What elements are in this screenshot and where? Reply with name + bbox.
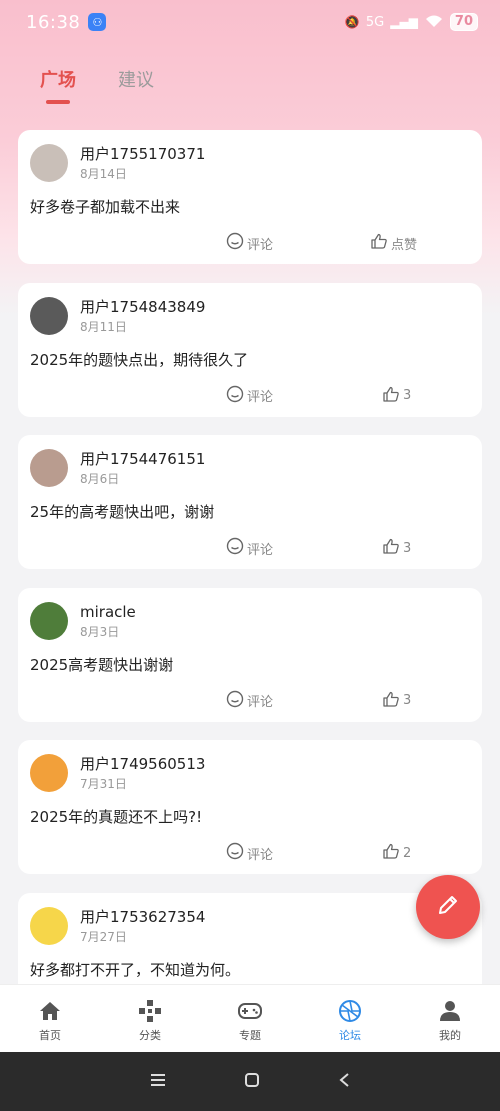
thumbs-up-icon: [370, 232, 388, 254]
post-username[interactable]: 用户1754476151: [80, 449, 205, 469]
post-card[interactable]: 用户1754843849 8月11日 2025年的题快点出，期待很久了 评论 3: [18, 282, 482, 417]
nav-profile[interactable]: 我的: [400, 985, 500, 1052]
app-notification-icon: ⚇: [88, 13, 107, 31]
post-card[interactable]: 用户1749560513 7月31日 2025年的真题还不上吗?! 评论 2: [18, 740, 482, 874]
comment-label: 评论: [247, 542, 274, 558]
comment-button[interactable]: 评论: [226, 537, 273, 559]
category-icon: [138, 999, 162, 1023]
nav-home[interactable]: 首页: [0, 985, 100, 1052]
post-date: 8月6日: [80, 472, 120, 486]
user-avatar[interactable]: [30, 296, 68, 335]
post-content: 2025年的题快点出，期待很久了: [30, 350, 249, 369]
like-count: 2: [403, 845, 412, 861]
comment-label: 评论: [247, 695, 274, 710]
nav-profile-label: 我的: [439, 1029, 461, 1042]
signal-icon: ▂▄▆: [390, 15, 418, 29]
like-button[interactable]: 3: [382, 690, 411, 712]
thumbs-up-icon: [382, 385, 400, 407]
comment-icon: [226, 842, 244, 864]
like-count: 3: [403, 388, 412, 403]
post-card[interactable]: 用户1754476151 8月6日 25年的高考题快出吧，谢谢 评论 3: [18, 435, 482, 569]
like-count: 点赞: [391, 237, 418, 253]
comment-button[interactable]: 评论: [226, 232, 273, 254]
like-button[interactable]: 3: [382, 537, 411, 559]
post-username[interactable]: 用户1749560513: [80, 754, 205, 774]
user-avatar[interactable]: [30, 906, 68, 945]
post-date: 7月31日: [80, 777, 127, 791]
tab-suggestion[interactable]: 建议: [118, 56, 154, 106]
thumbs-up-icon: [382, 842, 400, 864]
post-date: 7月27日: [80, 929, 127, 944]
post-username[interactable]: 用户1753627354: [80, 907, 205, 927]
bottom-nav: 首页 分类 专题 论坛 我的: [0, 984, 500, 1052]
nav-topic[interactable]: 专题: [200, 985, 300, 1052]
gamepad-icon: [237, 999, 263, 1023]
post-content: 好多都打不开了，不知道为何。: [30, 960, 241, 979]
home-square-icon[interactable]: [244, 1072, 260, 1092]
post-content: 25年的高考题快出吧，谢谢: [30, 503, 215, 521]
like-button[interactable]: 2: [382, 842, 411, 864]
post-date: 8月11日: [80, 319, 127, 334]
user-avatar[interactable]: [30, 449, 68, 487]
back-icon[interactable]: [337, 1072, 351, 1092]
post-card[interactable]: miracle 8月3日 2025高考题快出谢谢 评论 3: [18, 587, 482, 722]
like-button[interactable]: 点赞: [370, 232, 417, 254]
comment-icon: [226, 690, 244, 712]
comment-icon: [226, 232, 244, 254]
post-date: 8月3日: [80, 624, 120, 639]
home-icon: [38, 999, 62, 1023]
thumbs-up-icon: [382, 690, 400, 712]
wifi-icon: [424, 13, 444, 32]
comment-icon: [226, 537, 244, 559]
like-button[interactable]: 3: [382, 385, 411, 407]
user-avatar[interactable]: [30, 754, 68, 792]
comment-label: 评论: [247, 237, 274, 253]
thumbs-up-icon: [382, 537, 400, 559]
forum-icon: [338, 999, 362, 1023]
profile-icon: [439, 999, 461, 1023]
battery-icon: 70: [449, 13, 478, 31]
post-card[interactable]: 用户1755170371 8月14日 好多卷子都加载不出来 评论 点赞: [18, 130, 482, 264]
like-count: 3: [403, 693, 412, 708]
comment-icon: [226, 385, 244, 407]
top-tabs: 广场 建议: [0, 56, 500, 106]
tab-square[interactable]: 广场: [40, 56, 76, 106]
comment-label: 评论: [247, 390, 274, 405]
post-content: 2025高考题快出谢谢: [30, 655, 174, 674]
status-bar: 16:38 ⚇ 🔕 5G ▂▄▆ 70: [0, 0, 500, 44]
mute-icon: 🔕: [344, 15, 360, 29]
post-feed: 用户1755170371 8月14日 好多卷子都加载不出来 评论 点赞 用户17…: [18, 130, 482, 1045]
user-avatar[interactable]: [30, 601, 68, 640]
post-username[interactable]: 用户1754843849: [80, 297, 205, 317]
user-avatar[interactable]: [30, 144, 68, 182]
nav-topic-label: 专题: [239, 1029, 261, 1042]
post-date: 8月14日: [80, 167, 127, 181]
new-post-button[interactable]: [416, 875, 480, 939]
status-time: 16:38: [26, 11, 81, 33]
post-content: 2025年的真题还不上吗?!: [30, 808, 203, 826]
comment-button[interactable]: 评论: [226, 385, 273, 407]
nav-category-label: 分类: [139, 1029, 161, 1042]
nav-home-label: 首页: [39, 1029, 61, 1042]
network-label: 5G: [365, 14, 385, 30]
nav-category[interactable]: 分类: [100, 985, 200, 1052]
status-indicators: 🔕 5G ▂▄▆ 70: [345, 13, 478, 32]
post-username[interactable]: miracle: [80, 602, 136, 622]
pencil-icon: [436, 893, 460, 921]
comment-button[interactable]: 评论: [226, 690, 273, 712]
nav-forum[interactable]: 论坛: [300, 985, 400, 1052]
post-content: 好多卷子都加载不出来: [30, 198, 181, 216]
system-nav-bar: [0, 1052, 500, 1111]
comment-button[interactable]: 评论: [226, 842, 273, 864]
like-count: 3: [403, 540, 412, 556]
menu-icon[interactable]: [149, 1072, 167, 1091]
nav-forum-label: 论坛: [339, 1029, 361, 1042]
post-username[interactable]: 用户1755170371: [80, 144, 205, 164]
comment-label: 评论: [247, 847, 274, 863]
